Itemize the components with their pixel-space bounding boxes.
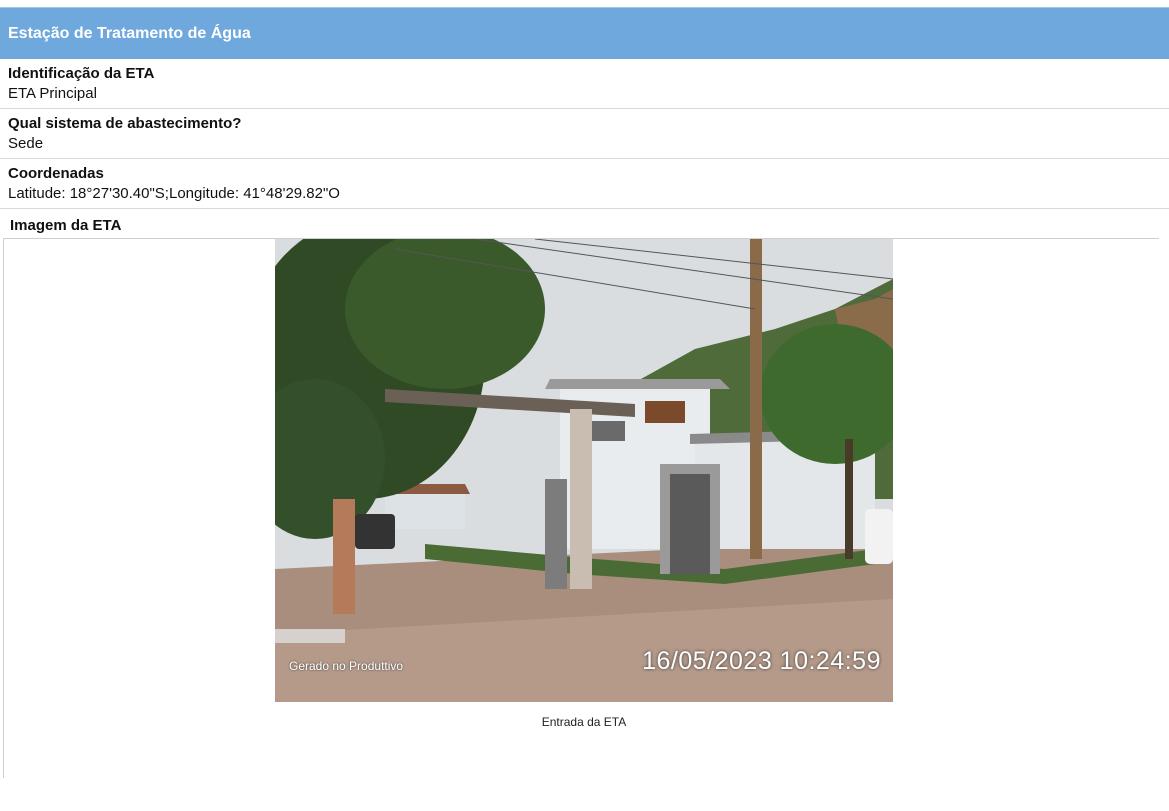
image-frame: Gerado no Produttivo 16/05/2023 10:24:59… (3, 238, 1159, 778)
field-label: Qual sistema de abastecimento? (8, 115, 242, 132)
page: Estação de Tratamento de Água Identifica… (0, 0, 1169, 811)
field-label: Coordenadas (8, 165, 104, 182)
section-title: Estação de Tratamento de Água (8, 24, 251, 42)
eta-photo[interactable]: Gerado no Produttivo 16/05/2023 10:24:59 (275, 239, 893, 702)
field-label: Identificação da ETA (8, 65, 155, 82)
field-image: Imagem da ETA (0, 209, 1169, 236)
field-supply-system: Qual sistema de abastecimento? Sede (0, 109, 1169, 159)
photo-stamp-app: Gerado no Produttivo (289, 659, 404, 673)
field-value: ETA Principal (8, 85, 97, 102)
photo-illustration (275, 239, 893, 702)
field-eta-id: Identificação da ETA ETA Principal (0, 59, 1169, 109)
field-value: Sede (8, 135, 44, 152)
image-caption: Entrada da ETA (541, 715, 627, 729)
field-coordinates: Coordenadas Latitude: 18°27'30.40"S;Long… (0, 159, 1169, 209)
field-label: Imagem da ETA (10, 217, 122, 234)
section-header: Estação de Tratamento de Água (0, 7, 1169, 59)
field-value: Latitude: 18°27'30.40"S;Longitude: 41°48… (8, 185, 340, 202)
photo-stamp-timestamp: 16/05/2023 10:24:59 (642, 647, 881, 675)
